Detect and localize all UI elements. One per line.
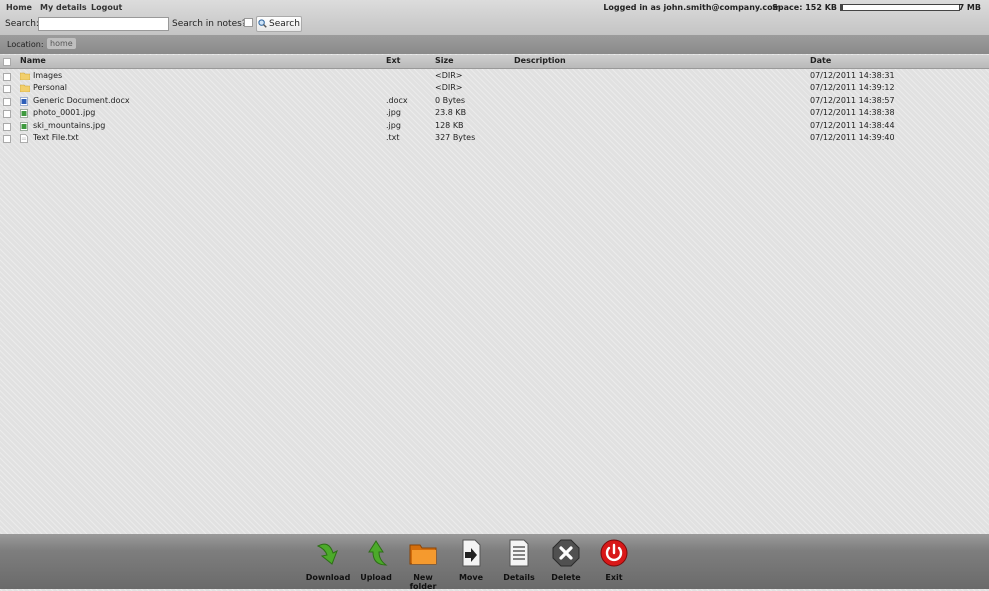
row-checkbox[interactable] [3,73,11,81]
location-label: Location: [7,40,44,49]
new-folder-button[interactable]: New folder [399,538,447,591]
table-row[interactable]: Generic Document.docx .docx 0 Bytes 07/1… [0,95,989,107]
search-in-notes-checkbox[interactable] [244,18,253,27]
top-bar: Home My details Logout Logged in as john… [0,0,989,35]
table-row[interactable]: Images <DIR> 07/12/2011 14:38:31 [0,70,989,82]
column-header-date[interactable]: Date [810,56,831,65]
magnifier-icon [258,19,267,28]
row-checkbox[interactable] [3,98,11,106]
word-document-icon [20,97,28,106]
file-size: <DIR> [435,83,463,92]
exit-button[interactable]: Exit [590,538,638,582]
space-usage-fill [841,5,844,10]
column-header-description[interactable]: Description [514,56,566,65]
file-date: 07/12/2011 14:39:12 [810,83,895,92]
column-header-ext[interactable]: Ext [386,56,400,65]
details-document-icon [509,539,529,567]
move-button[interactable]: Move [447,538,495,582]
file-size: <DIR> [435,71,463,80]
file-ext: .docx [386,96,408,105]
delete-label: Delete [551,573,581,582]
file-date: 07/12/2011 14:38:38 [810,108,895,117]
logged-in-user: Logged in as john.smith@company.com [603,3,781,12]
table-row[interactable]: Personal <DIR> 07/12/2011 14:39:12 [0,82,989,94]
file-name[interactable]: Personal [33,83,67,92]
row-checkbox[interactable] [3,85,11,93]
new-folder-label: New folder [409,573,437,591]
search-button[interactable]: Search [256,16,302,32]
details-button[interactable]: Details [495,538,543,582]
upload-label: Upload [360,573,392,582]
nav-my-details-link[interactable]: My details [40,3,87,12]
move-label: Move [458,573,484,582]
search-in-notes-label: Search in notes?: [172,19,250,29]
upload-button[interactable]: Upload [352,538,400,582]
search-label: Search: [5,19,39,29]
file-size: 0 Bytes [435,96,466,105]
table-row[interactable]: photo_0001.jpg .jpg 23.8 KB 07/12/2011 1… [0,107,989,119]
file-name[interactable]: photo_0001.jpg [33,108,95,117]
location-bar: Location: home [0,35,989,54]
file-date: 07/12/2011 14:38:57 [810,96,895,105]
folder-icon [20,84,30,92]
upload-arrow-icon [368,540,388,566]
file-size: 128 KB [435,121,464,130]
row-checkbox[interactable] [3,110,11,118]
file-name[interactable]: Text File.txt [33,133,79,142]
file-date: 07/12/2011 14:39:40 [810,133,895,142]
file-name[interactable]: ski_mountains.jpg [33,121,105,130]
action-toolbar: Download Upload New folder Move Details [0,534,989,591]
file-date: 07/12/2011 14:38:31 [810,71,895,80]
image-file-icon [20,122,28,131]
delete-x-icon [552,539,580,567]
search-input[interactable] [38,17,169,31]
download-button[interactable]: Download [304,538,352,582]
file-ext: .txt [386,133,400,142]
breadcrumb-home[interactable]: home [47,38,76,49]
file-name[interactable]: Images [33,71,62,80]
file-ext: .jpg [386,121,401,130]
download-label: Download [305,573,351,582]
move-file-icon [462,539,481,567]
row-checkbox[interactable] [3,135,11,143]
exit-label: Exit [605,573,623,582]
file-ext: .jpg [386,108,401,117]
file-name[interactable]: Generic Document.docx [33,96,130,105]
file-size: 327 Bytes [435,133,476,142]
space-max-label: 7 MB [958,3,981,12]
text-file-icon [20,134,28,143]
space-usage-bar [840,4,960,11]
search-button-label: Search [269,19,300,29]
select-all-checkbox[interactable] [3,58,11,66]
new-folder-icon [409,544,437,565]
nav-logout-link[interactable]: Logout [91,3,122,12]
file-date: 07/12/2011 14:38:44 [810,121,895,130]
details-label: Details [503,573,535,582]
table-row[interactable]: Text File.txt .txt 327 Bytes 07/12/2011 … [0,132,989,144]
table-row[interactable]: ski_mountains.jpg .jpg 128 KB 07/12/2011… [0,120,989,132]
power-icon [600,539,628,567]
delete-button[interactable]: Delete [542,538,590,582]
folder-icon [20,72,30,80]
image-file-icon [20,109,28,118]
column-header-size[interactable]: Size [435,56,454,65]
nav-home-link[interactable]: Home [6,3,32,12]
file-table-header: Name Ext Size Description Date [0,55,989,69]
column-header-name[interactable]: Name [20,56,46,65]
space-used-label: Space: 152 KB [772,3,837,12]
row-checkbox[interactable] [3,123,11,131]
file-size: 23.8 KB [435,108,467,117]
download-arrow-icon [316,543,338,565]
